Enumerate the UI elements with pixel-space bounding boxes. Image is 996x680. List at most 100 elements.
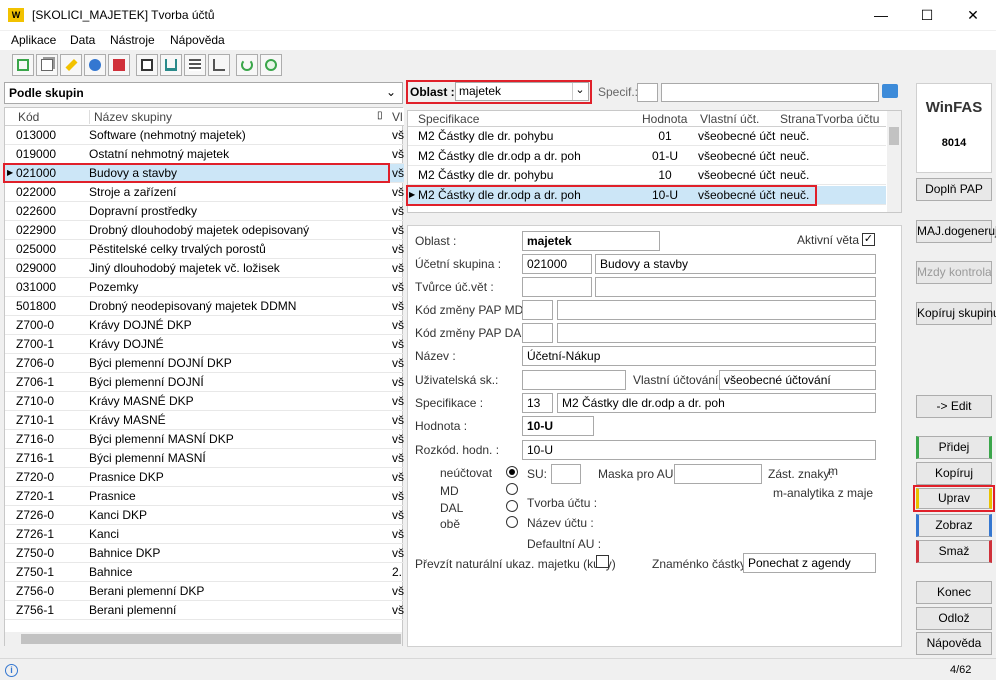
specif-code-input[interactable] [637,83,658,102]
kopiruj-skupinu-button[interactable]: Kopíruj skupinu [916,302,996,325]
maj-dogeneruj-button[interactable]: MAJ.dogeneruj [916,220,996,243]
znamenko-field[interactable]: Ponechat z agendy [743,553,876,573]
table-row[interactable]: Z700-1 Krávy DOJNÉ vš [5,335,404,354]
smaz-button[interactable]: Smaž [916,540,992,563]
edit-icon[interactable] [60,54,82,76]
delete-icon[interactable] [108,54,130,76]
table-row[interactable]: Z710-0 Krávy MASNÉ DKP vš [5,392,404,411]
table-row[interactable]: Z750-0 Bahnice DKP vš [5,544,404,563]
table-row[interactable]: Z706-1 Býci plemenní DOJNÍ vš [5,373,404,392]
table-row[interactable]: 019000 Ostatní nehmotný majetek vš [5,145,404,164]
menu-aplikace[interactable]: Aplikace [11,33,56,47]
tree-icon[interactable] [208,54,230,76]
tvurce-code-field[interactable] [522,277,592,297]
ucetni-skupina-nazev-field[interactable]: Budovy a stavby [595,254,876,274]
list-icon[interactable] [184,54,206,76]
table-row[interactable]: Z756-1 Berani plemenní vš [5,601,404,620]
dopln-pap-button[interactable]: Doplň PAP [916,178,992,201]
menu-data[interactable]: Data [70,33,95,47]
napoveda-button[interactable]: Nápověda [916,632,992,655]
table-row[interactable]: M2 Částky dle dr.odp a dr. poh 01-U všeobe… [408,147,886,166]
radio-md[interactable] [506,483,518,495]
table-row[interactable]: Z750-1 Bahnice 2. [5,563,404,582]
specifikace-num-field[interactable]: 13 [522,393,553,413]
radio-dal[interactable] [506,500,518,512]
pap-dal-name-field[interactable] [557,323,876,343]
table-row[interactable]: 501800 Drobný neodepisovaný majetek DDMN v… [5,297,404,316]
view-icon[interactable] [84,54,106,76]
table-row[interactable]: Z726-0 Kanci DKP vš [5,506,404,525]
help-icon[interactable] [260,54,282,76]
kopiruj-button[interactable]: Kopíruj [916,462,992,485]
refresh-icon[interactable] [236,54,258,76]
chevron-down-icon[interactable]: ⌄ [572,83,587,100]
tvurce-name-field[interactable] [595,277,876,297]
konec-button[interactable]: Konec [916,581,992,604]
table-row[interactable]: Z716-0 Býci plemenní MASNÍ DKP vš [5,430,404,449]
uprav-button[interactable]: Uprav [916,488,992,509]
col-kod-header[interactable]: Kód [18,110,39,124]
col-nazev-header[interactable]: Název skupiny [89,110,172,124]
table-row[interactable]: Z756-0 Berani plemenní DKP vš [5,582,404,601]
oblast-filter-select[interactable]: majetek ⌄ [455,82,589,101]
mzdy-kontrola-button[interactable]: Mzdy kontrola [916,261,992,284]
aktivni-veta-checkbox[interactable]: ✓ [862,233,875,246]
edit-mode-button[interactable]: -> Edit [916,395,992,418]
vlastni-uctovani-field[interactable]: všeobecné účtování [719,370,876,390]
table-row[interactable]: Z720-0 Prasnice DKP vš [5,468,404,487]
table-row[interactable]: 031000 Pozemky vš [5,278,404,297]
table-row[interactable]: Z706-0 Býci plemenní DOJNÍ DKP vš [5,354,404,373]
minimize-button[interactable]: — [858,0,904,30]
odloz-button[interactable]: Odlož [916,607,992,630]
table-row[interactable]: M2 Částky dle dr. pohybu 01 všeobecné účt n… [408,127,886,146]
table-row[interactable]: 025000 Pěstitelské celky trvalých porostů… [5,240,404,259]
col-vlastni-header[interactable]: Vlastní účt. [700,112,759,126]
form-oblast-field[interactable]: majetek [522,231,660,251]
info-icon[interactable]: i [5,664,18,677]
export-icon[interactable] [160,54,182,76]
close-button[interactable]: ✕ [950,0,996,30]
filter-icon[interactable]: ▯ [377,110,383,121]
vertical-scrollbar[interactable] [887,111,901,212]
prevzit-checkbox[interactable] [596,555,609,568]
radio-neuctovat[interactable] [506,466,518,478]
table-row[interactable]: 022600 Dopravní prostředky vš [5,202,404,221]
pap-md-code-field[interactable] [522,300,553,320]
col-strana-header[interactable]: Strana [780,112,815,126]
folder-icon[interactable] [882,84,898,98]
pap-dal-code-field[interactable] [522,323,553,343]
col-tvorba-header[interactable]: Tvorba účtu [816,112,879,126]
specifikace-text-field[interactable]: M2 Částky dle dr.odp a dr. poh [557,393,876,413]
su-field[interactable] [551,464,581,484]
table-row[interactable]: 013000 Software (nehmotný majetek) vš [5,126,404,145]
table-row[interactable]: 022000 Stroje a zařízení vš [5,183,404,202]
grouping-select[interactable]: Podle skupin ⌄ [4,82,403,104]
copy-icon[interactable] [36,54,58,76]
table-row[interactable]: Z716-1 Býci plemenní MASNÍ vš [5,449,404,468]
table-row[interactable]: Z726-1 Kanci vš [5,525,404,544]
specif-text-input[interactable] [661,83,879,102]
col-spec-header[interactable]: Specifikace [418,112,479,126]
pridej-button[interactable]: Přidej [916,436,992,459]
menu-napoveda[interactable]: Nápověda [170,33,225,47]
scrollbar-thumb[interactable] [889,127,899,145]
col-vl-header[interactable]: Vl [392,110,403,124]
hodnota-field[interactable]: 10-U [522,416,594,436]
table-row[interactable]: Z710-1 Krávy MASNÉ vš [5,411,404,430]
nazev-field[interactable]: Účetní-Nákup [522,346,876,366]
table-row[interactable]: Z720-1 Prasnice vš [5,487,404,506]
col-hodnota-header[interactable]: Hodnota [642,112,687,126]
pap-md-name-field[interactable] [557,300,876,320]
table-row[interactable]: Z700-0 Krávy DOJNÉ DKP vš [5,316,404,335]
rozkod-field[interactable]: 10-U [522,440,876,460]
table-row[interactable]: M2 Částky dle dr. pohybu 10 všeobecné účt n… [408,166,886,185]
horizontal-scrollbar[interactable] [5,632,402,646]
maximize-button[interactable]: ☐ [904,0,950,30]
add-icon[interactable] [12,54,34,76]
print-icon[interactable] [136,54,158,76]
scrollbar-thumb[interactable] [21,634,401,644]
zobraz-button[interactable]: Zobraz [916,514,992,537]
radio-obe[interactable] [506,516,518,528]
uzivatelska-sk-field[interactable] [522,370,626,390]
table-row[interactable]: 022900 Drobný dlouhodobý majetek odepisov… [5,221,404,240]
